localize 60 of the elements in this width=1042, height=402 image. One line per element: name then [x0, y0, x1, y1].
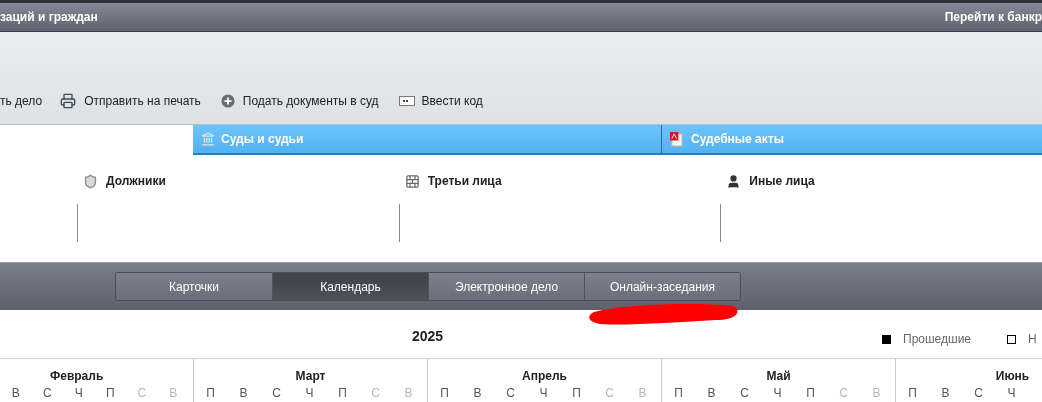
party-heading: Иные лица [749, 173, 815, 190]
weekday-label: П [805, 385, 816, 402]
view-tab[interactable]: Карточки [116, 273, 272, 300]
toolbar-button[interactable]: Подать документы в суд [220, 92, 379, 110]
plus-icon [220, 94, 235, 108]
toolbar-button[interactable]: Ввести код [398, 92, 483, 110]
bankruptcy-link[interactable]: Перейти к банкр [936, 8, 1042, 26]
weekday-label: С [370, 385, 381, 402]
weekday-label: Ч [73, 385, 84, 402]
legend-label: Н [1028, 331, 1037, 348]
keyboard-icon [398, 96, 415, 106]
party-heading: Должники [106, 173, 166, 190]
weekday-label: П [205, 385, 216, 402]
weekday-label: П [673, 385, 684, 402]
weekday-label: П [104, 385, 116, 402]
party-heading: Третьи лица [427, 173, 502, 190]
weekday-label: В [706, 385, 717, 402]
weekday-label: С [271, 385, 282, 402]
month-name: Апрель [521, 368, 568, 385]
weekday-label: С [739, 385, 750, 402]
month-name: Июнь [994, 368, 1031, 385]
header-title: заций и граждан [0, 9, 98, 26]
weekday-label: С [41, 385, 53, 402]
weekday-label: В [10, 385, 21, 402]
weekday-label: С [604, 385, 615, 402]
weekday-label: Ч [1006, 385, 1017, 402]
pdf-document-icon [670, 131, 683, 147]
toolbar-button[interactable]: ть дело [0, 92, 43, 110]
printer-icon [60, 93, 77, 109]
shield-icon [83, 173, 98, 189]
toolbar-button[interactable]: Отправить на печать [60, 92, 201, 110]
view-tab[interactable]: Электронное дело [428, 273, 584, 300]
weekday-label: П [907, 385, 918, 402]
weekday-label: П [439, 385, 450, 402]
bank-building-icon [201, 132, 215, 146]
weekday-label: С [136, 385, 148, 402]
month-name: Февраль [50, 368, 104, 385]
weekday-label: В [637, 385, 648, 402]
weekday-label: Ч [772, 385, 783, 402]
view-tab[interactable]: Онлайн-заседания [584, 273, 740, 300]
weekday-label: В [871, 385, 882, 402]
weekday-label: В [940, 385, 951, 402]
legend-label: Прошедшие [903, 331, 971, 348]
view-tab[interactable]: Календарь [272, 273, 428, 300]
weekday-label: Ч [304, 385, 315, 402]
weekday-label: Ч [538, 385, 549, 402]
weekday-label: П [571, 385, 582, 402]
weekday-label: С [973, 385, 984, 402]
weekday-label: В [238, 385, 249, 402]
month-name: Март [294, 368, 327, 385]
brick-wall-icon [404, 173, 420, 189]
weekday-label: С [505, 385, 516, 402]
weekday-label: П [337, 385, 348, 402]
person-icon [726, 173, 742, 189]
weekday-label: В [403, 385, 414, 402]
year-label: 2025 [412, 327, 444, 346]
weekday-label: В [472, 385, 483, 402]
weekday-label: С [838, 385, 849, 402]
month-name: Май [765, 368, 792, 385]
weekday-label: В [168, 385, 179, 402]
